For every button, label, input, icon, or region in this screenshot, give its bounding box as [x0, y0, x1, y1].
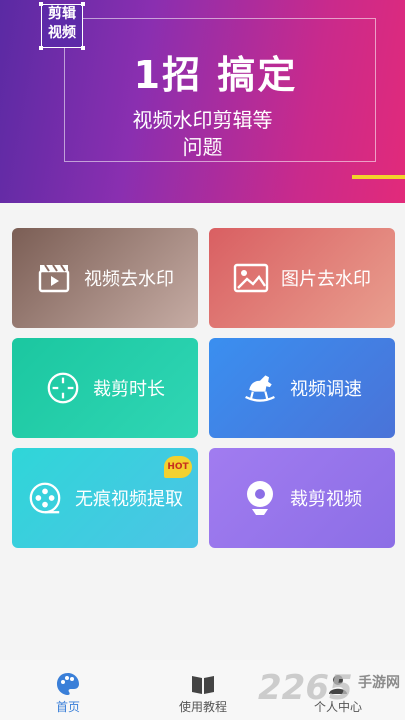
tab-label: 使用教程 — [178, 700, 227, 714]
banner-subtitle-line2: 问题 — [182, 135, 223, 159]
logo-line2: 视频 — [48, 25, 76, 41]
tile-trim-duration[interactable]: 裁剪时长 — [12, 338, 198, 438]
hot-badge: HOT — [164, 456, 192, 478]
tile-label: 裁剪视频 — [290, 489, 362, 510]
tile-seamless-extract[interactable]: 无痕视频提取 HOT — [12, 448, 198, 548]
tile-label: 无痕视频提取 — [75, 489, 183, 510]
tile-label: 裁剪时长 — [93, 379, 165, 400]
webcam-icon — [242, 480, 278, 516]
palette-icon — [28, 670, 108, 698]
tile-label: 视频调速 — [290, 379, 362, 400]
watermark-number: 2265 — [258, 668, 353, 708]
tab-label: 首页 — [55, 700, 80, 714]
tile-label: 图片去水印 — [281, 269, 371, 290]
tab-home[interactable]: 首页 — [28, 670, 108, 715]
banner-subtitle-line1: 视频水印剪辑等 — [132, 108, 273, 132]
logo-line1: 剪辑 — [48, 6, 76, 22]
banner-headline: 1招 搞定 — [133, 53, 298, 97]
tile-image-watermark-remove[interactable]: 图片去水印 — [209, 228, 395, 328]
image-icon — [233, 260, 269, 296]
crosshair-icon — [45, 370, 81, 406]
tile-video-speed[interactable]: 视频调速 — [209, 338, 395, 438]
rocking-horse-icon — [242, 370, 278, 406]
tile-video-watermark-remove[interactable]: 视频去水印 — [12, 228, 198, 328]
watermark-site: 手游网 — [358, 675, 400, 691]
tab-tutorial[interactable]: 使用教程 — [163, 670, 243, 715]
banner-accent-bar — [352, 175, 405, 179]
film-reel-icon — [27, 480, 63, 516]
app-logo: 剪辑 视频 — [39, 2, 85, 50]
tile-crop-video[interactable]: 裁剪视频 — [209, 448, 395, 548]
promo-banner[interactable]: 剪辑 视频 1招 搞定 视频水印剪辑等 问题 — [0, 0, 405, 203]
site-watermark: 2265 手游网 — [258, 666, 405, 720]
tile-label: 视频去水印 — [84, 269, 174, 290]
clapperboard-icon — [36, 260, 72, 296]
book-icon — [163, 670, 243, 698]
